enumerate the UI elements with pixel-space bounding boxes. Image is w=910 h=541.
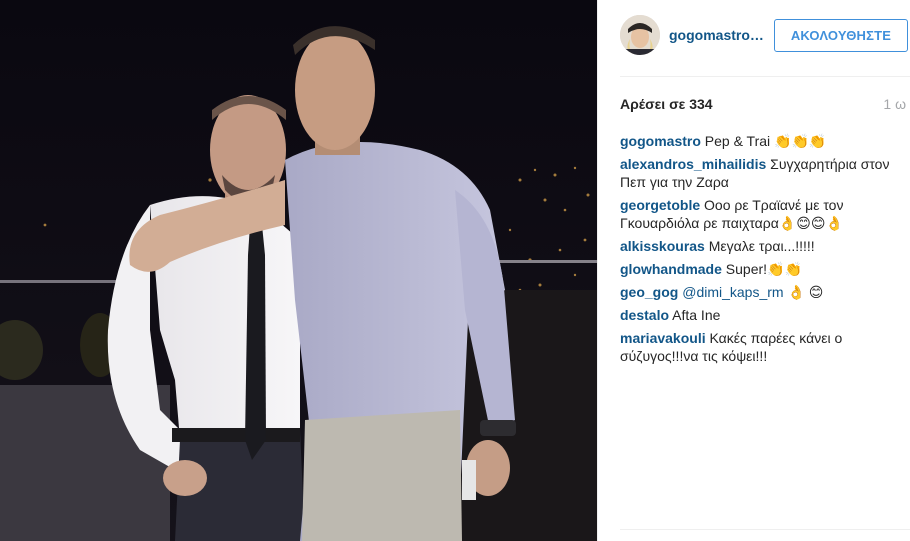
comment: alexandros_mihailidis Συγχαρητήρια στον … [620,155,905,191]
divider [620,529,910,530]
divider [620,76,910,77]
comment-list: gogomastro Pep & Trai 👏👏👏 alexandros_mih… [620,132,905,370]
comment: alkisskouras Μεγαλε τραι...!!!!! [620,237,905,255]
post-author[interactable]: gogomastro… [669,27,764,43]
comment: geo_gog @dimi_kaps_rm 👌 😊 [620,283,905,301]
post-photo[interactable] [0,0,597,541]
comment-user[interactable]: mariavakouli [620,330,706,346]
likes-count[interactable]: Αρέσει σε 334 [620,96,713,112]
comment: mariavakouli Κακές παρέες κάνει ο σύζυγο… [620,329,905,365]
comment-user[interactable]: destalo [620,307,669,323]
comment-text: 👌 😊 [783,284,824,300]
comment-text: Afta Ine [669,307,721,323]
follow-button[interactable]: ΑΚΟΛΟΥΘΗΣΤΕ [774,19,908,52]
comment-user[interactable]: alkisskouras [620,238,705,254]
comment-text: Super!👏👏 [721,261,802,277]
comment-user[interactable]: glowhandmade [620,261,722,277]
comment: georgetoble Οοο ρε Τραϊανέ με τον Γκουαρ… [620,196,905,232]
comment-mention[interactable]: @dimi_kaps_rm [678,284,783,300]
post-timestamp[interactable]: 1 ω [883,96,906,112]
comment: gogomastro Pep & Trai 👏👏👏 [620,132,905,150]
comment: glowhandmade Super!👏👏 [620,260,905,278]
post-panel: gogomastro… ΑΚΟΛΟΥΘΗΣΤΕ Αρέσει σε 334 1 … [597,0,910,541]
comment: destalo Afta Ine [620,306,905,324]
post-header: gogomastro… ΑΚΟΛΟΥΘΗΣΤΕ [598,0,910,76]
comment-user[interactable]: geo_gog [620,284,678,300]
comment-user[interactable]: alexandros_mihailidis [620,156,766,172]
comment-user[interactable]: gogomastro [620,133,701,149]
comment-text: Pep & Trai 👏👏👏 [700,133,827,149]
comment-text: Μεγαλε τραι...!!!!! [704,238,815,254]
avatar[interactable] [620,15,660,55]
comment-user[interactable]: georgetoble [620,197,700,213]
